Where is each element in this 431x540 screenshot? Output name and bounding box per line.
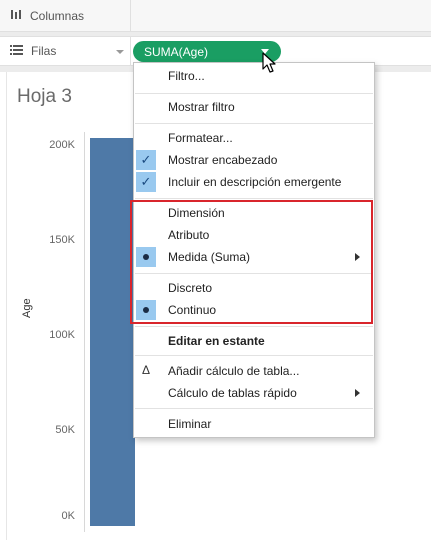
menu-item-measure[interactable]: Medida (Suma) (134, 246, 374, 268)
submenu-arrow-icon (355, 253, 360, 261)
menu-item-label: Continuo (168, 303, 217, 317)
menu-item-label: Medida (Suma) (168, 250, 251, 264)
y-axis-title: Age (21, 298, 33, 318)
y-tick-label: 150K (49, 234, 75, 246)
y-tick-label: 100K (49, 329, 75, 341)
columns-drop-area[interactable] (131, 0, 431, 31)
menu-item-label: Editar en estante (168, 334, 265, 348)
menu-separator (135, 326, 373, 327)
columns-label: Columnas (30, 8, 85, 23)
menu-item-format[interactable]: Formatear... (134, 127, 374, 149)
mouse-pointer-icon (262, 52, 276, 73)
rows-icon (10, 44, 23, 58)
y-tick-label: 0K (61, 510, 75, 522)
y-tick-label: 50K (55, 424, 75, 436)
menu-separator (135, 123, 373, 124)
radio-selected-icon (136, 300, 156, 320)
suma-age-pill[interactable]: SUMA(Age) (133, 41, 281, 62)
pill-label: SUMA(Age) (144, 44, 209, 59)
menu-item-discrete[interactable]: Discreto (134, 277, 374, 299)
y-tick-label: 200K (49, 139, 75, 151)
menu-item-label: Dimensión (168, 206, 225, 220)
menu-item-label: Formatear... (168, 131, 233, 145)
menu-item-label: Mostrar filtro (168, 100, 235, 114)
menu-item-label: Eliminar (168, 417, 212, 431)
menu-separator (135, 273, 373, 274)
menu-item-show-filter[interactable]: Mostrar filtro (134, 96, 374, 118)
radio-selected-icon (136, 247, 156, 267)
menu-item-continuous[interactable]: Continuo (134, 299, 374, 321)
checkmark-icon: ✓ (136, 172, 156, 192)
menu-item-label: Incluir en descripción emergente (168, 175, 342, 189)
menu-item-label: Cálculo de tablas rápido (168, 386, 297, 400)
menu-item-dimension[interactable]: Dimensión (134, 202, 374, 224)
menu-item-show-header[interactable]: ✓ Mostrar encabezado (134, 149, 374, 171)
age-bar[interactable] (90, 138, 135, 526)
sheet-title: Hoja 3 (17, 86, 72, 107)
rows-shelf-label: Filas (0, 37, 131, 65)
menu-item-remove[interactable]: Eliminar (134, 413, 374, 435)
menu-item-add-table-calc[interactable]: Δ Añadir cálculo de tabla... (134, 360, 374, 382)
delta-icon: Δ (142, 363, 151, 377)
menu-item-label: Discreto (168, 281, 213, 295)
menu-item-label: Filtro... (168, 69, 205, 83)
rows-label: Filas (31, 44, 57, 58)
columns-shelf-label: Columnas (0, 0, 131, 31)
menu-item-label: Añadir cálculo de tabla... (168, 364, 300, 378)
menu-item-filter[interactable]: Filtro... (134, 65, 374, 87)
menu-item-label: Atributo (168, 228, 210, 242)
pill-context-menu: Filtro... Mostrar filtro Formatear... ✓ … (133, 62, 375, 438)
columns-shelf: Columnas (0, 0, 431, 32)
checkmark-icon: ✓ (136, 150, 156, 170)
submenu-arrow-icon (355, 389, 360, 397)
chevron-down-icon[interactable] (116, 50, 124, 54)
menu-separator (135, 408, 373, 409)
menu-item-quick-table-calc[interactable]: Cálculo de tablas rápido (134, 382, 374, 404)
menu-separator (135, 198, 373, 199)
columns-icon (10, 9, 22, 23)
menu-separator (135, 93, 373, 94)
y-axis-line (84, 132, 85, 532)
menu-separator (135, 355, 373, 356)
menu-item-attribute[interactable]: Atributo (134, 224, 374, 246)
menu-item-include-tooltip[interactable]: ✓ Incluir en descripción emergente (134, 171, 374, 193)
menu-item-edit-shelf[interactable]: Editar en estante (134, 330, 374, 352)
menu-item-label: Mostrar encabezado (168, 153, 278, 167)
